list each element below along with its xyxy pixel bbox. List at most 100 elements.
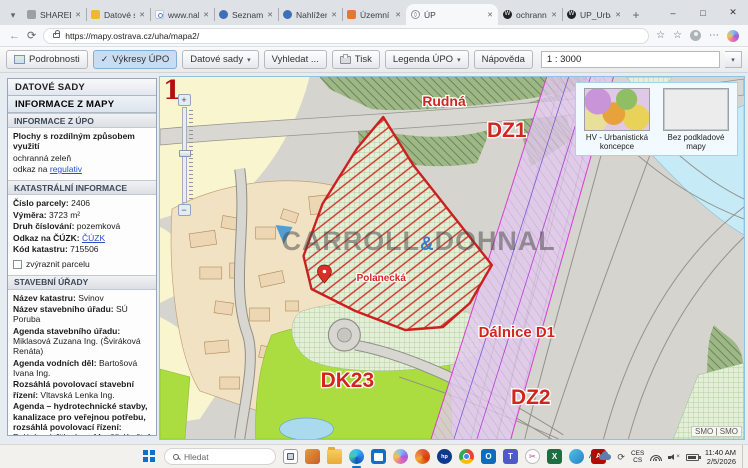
close-window-button[interactable]: ✕ (718, 0, 748, 25)
clock[interactable]: 11:40 AM 2/5/2026 (705, 448, 736, 466)
highlight-parcel-checkbox[interactable] (13, 260, 22, 269)
teams-icon[interactable]: T (503, 449, 518, 464)
vyhledat-button[interactable]: Vyhledat ... (264, 50, 327, 69)
search-icon (155, 10, 164, 19)
search-label: Hledat (184, 452, 209, 462)
back-icon[interactable]: ← (9, 30, 20, 42)
close-icon[interactable]: ✕ (395, 11, 401, 19)
url-text[interactable]: https://mapy.ostrava.cz/uha/mapa2/ (65, 31, 199, 41)
podrobnosti-button[interactable]: Podrobnosti (6, 50, 88, 69)
lock-icon (53, 33, 60, 38)
cuzk-icon (283, 10, 292, 19)
accordion-informace-z-mapy[interactable]: INFORMACE Z MAPY (8, 96, 156, 113)
tab-datove-schranky[interactable]: Datové schrá ✕ (86, 4, 150, 25)
minimize-button[interactable]: – (658, 0, 688, 25)
start-button[interactable] (142, 449, 157, 464)
sync-icon[interactable]: ⟳ (617, 452, 625, 463)
close-icon[interactable]: ✕ (551, 11, 557, 19)
new-tab-button[interactable]: + (626, 5, 646, 25)
close-icon[interactable]: ✕ (487, 11, 493, 19)
snipping-tool-icon[interactable]: ✂ (525, 449, 540, 464)
tisk-button[interactable]: Tisk (332, 50, 380, 69)
zoom-out-button[interactable]: − (178, 204, 191, 216)
parcel-number: 2406 (71, 198, 90, 208)
tab-up-urbanismus[interactable]: W UP_Urbanism ✕ (562, 4, 626, 25)
edge-browser-icon[interactable] (349, 449, 364, 464)
tab-seznam-nemovitosti[interactable]: Seznam nem ✕ (214, 4, 278, 25)
close-icon[interactable]: ✕ (615, 11, 621, 19)
label-dz1: DZ1 (487, 119, 527, 142)
wordpress-icon: W (567, 10, 576, 19)
basemap-thumbnail-colored[interactable] (584, 88, 650, 131)
basemap-option-blank[interactable]: Bez podkladové mapy (662, 88, 730, 151)
copilot-icon[interactable] (727, 30, 739, 42)
task-view-icon[interactable] (283, 449, 298, 464)
close-icon[interactable]: ✕ (203, 11, 209, 19)
grid-icon (347, 10, 356, 19)
zoom-track[interactable] (182, 107, 187, 203)
tab-nahlizeni-web[interactable]: www.nahlizen ✕ (150, 4, 214, 25)
volume-muted-icon[interactable]: × (668, 454, 680, 460)
show-desktop-button[interactable] (742, 445, 745, 468)
battery-icon[interactable] (686, 454, 699, 461)
tab-nahlizeni-do[interactable]: Nahlížení do ✕ (278, 4, 342, 25)
cuzk-link[interactable]: ČÚZK (82, 233, 105, 243)
scale-input[interactable] (541, 51, 720, 68)
weather-app-icon[interactable] (569, 449, 584, 464)
language-indicator[interactable]: CES CS (631, 450, 644, 465)
label-polanecka: Polanecká (357, 273, 407, 284)
address-bar[interactable]: https://mapy.ostrava.cz/uha/mapa2/ (43, 28, 649, 44)
tab-list-chevron-icon[interactable]: ▾ (4, 5, 22, 25)
chevron-down-icon: ▾ (247, 56, 251, 64)
tab-uzemni-plan[interactable]: Územní plán ✕ (342, 4, 406, 25)
tray-date: 2/5/2026 (705, 457, 736, 466)
close-icon[interactable]: ✕ (75, 11, 81, 19)
scale-dropdown-button[interactable]: ▾ (725, 51, 742, 68)
file-explorer-icon[interactable] (327, 449, 342, 464)
close-icon[interactable]: ✕ (331, 11, 337, 19)
napoveda-button[interactable]: Nápověda (474, 50, 533, 69)
map-viewport[interactable]: CARROLL&DOHNAL Rudná DZ1 Polanecká Dálni… (159, 76, 745, 440)
regulativ-link[interactable]: regulativ (50, 164, 82, 174)
outlook-icon[interactable]: O (481, 449, 496, 464)
favorite-star-icon[interactable]: ☆ (656, 30, 665, 41)
mail-icon[interactable] (305, 449, 320, 464)
profile-avatar[interactable] (690, 30, 701, 41)
details-icon (14, 55, 25, 64)
vykresy-upo-button[interactable]: ✓ Výkresy ÚPO (93, 50, 178, 69)
zoom-handle[interactable] (179, 150, 191, 157)
globe-icon (411, 10, 420, 19)
reload-icon[interactable]: ⟳ (27, 29, 36, 42)
collections-star-icon[interactable]: ☆ (673, 30, 682, 41)
hp-icon[interactable]: hp (437, 449, 452, 464)
m365-icon[interactable] (415, 449, 430, 464)
wifi-icon[interactable] (650, 454, 662, 461)
label-dz2: DZ2 (511, 386, 551, 409)
tab-ochranna-zelen[interactable]: W ochranna_zel ✕ (498, 4, 562, 25)
basemap-thumbnail-blank[interactable] (663, 88, 729, 131)
wordpress-icon: W (503, 10, 512, 19)
tab-shared-list[interactable]: SHARED LIST ✕ (22, 4, 86, 25)
legenda-upo-button[interactable]: Legenda ÚPO ▾ (385, 50, 469, 69)
onedrive-icon[interactable] (599, 454, 611, 460)
excel-icon[interactable]: X (547, 449, 562, 464)
watermark: CARROLL&DOHNAL (282, 226, 556, 256)
tray-chevron-icon[interactable]: ^ (589, 453, 594, 462)
datove-sady-button[interactable]: Datové sady ▾ (182, 50, 258, 69)
copilot-icon[interactable] (393, 449, 408, 464)
maximize-button[interactable]: □ (688, 0, 718, 25)
close-icon[interactable]: ✕ (267, 11, 273, 19)
browser-tab-bar: ▾ SHARED LIST ✕ Datové schrá ✕ www.nahli… (0, 0, 748, 25)
sidebar-panel: DATOVÉ SADY INFORMACE Z MAPY INFORMACE Z… (7, 78, 157, 436)
upo-title: Plochy s rozdílným způsobem využití (13, 131, 135, 151)
zoom-slider: + − (177, 94, 191, 216)
zoom-in-button[interactable]: + (178, 94, 191, 106)
basemap-option-urbanisticka[interactable]: HV - Urbanistická koncepce (583, 88, 651, 151)
microsoft-store-icon[interactable] (371, 449, 386, 464)
accordion-datove-sady[interactable]: DATOVÉ SADY (8, 79, 156, 96)
chrome-icon[interactable] (459, 449, 474, 464)
browser-menu-icon[interactable]: ⋯ (709, 30, 719, 41)
close-icon[interactable]: ✕ (139, 11, 145, 19)
taskbar-search[interactable]: Hledat (164, 448, 276, 465)
tab-up-active[interactable]: ÚP ✕ (406, 4, 498, 25)
